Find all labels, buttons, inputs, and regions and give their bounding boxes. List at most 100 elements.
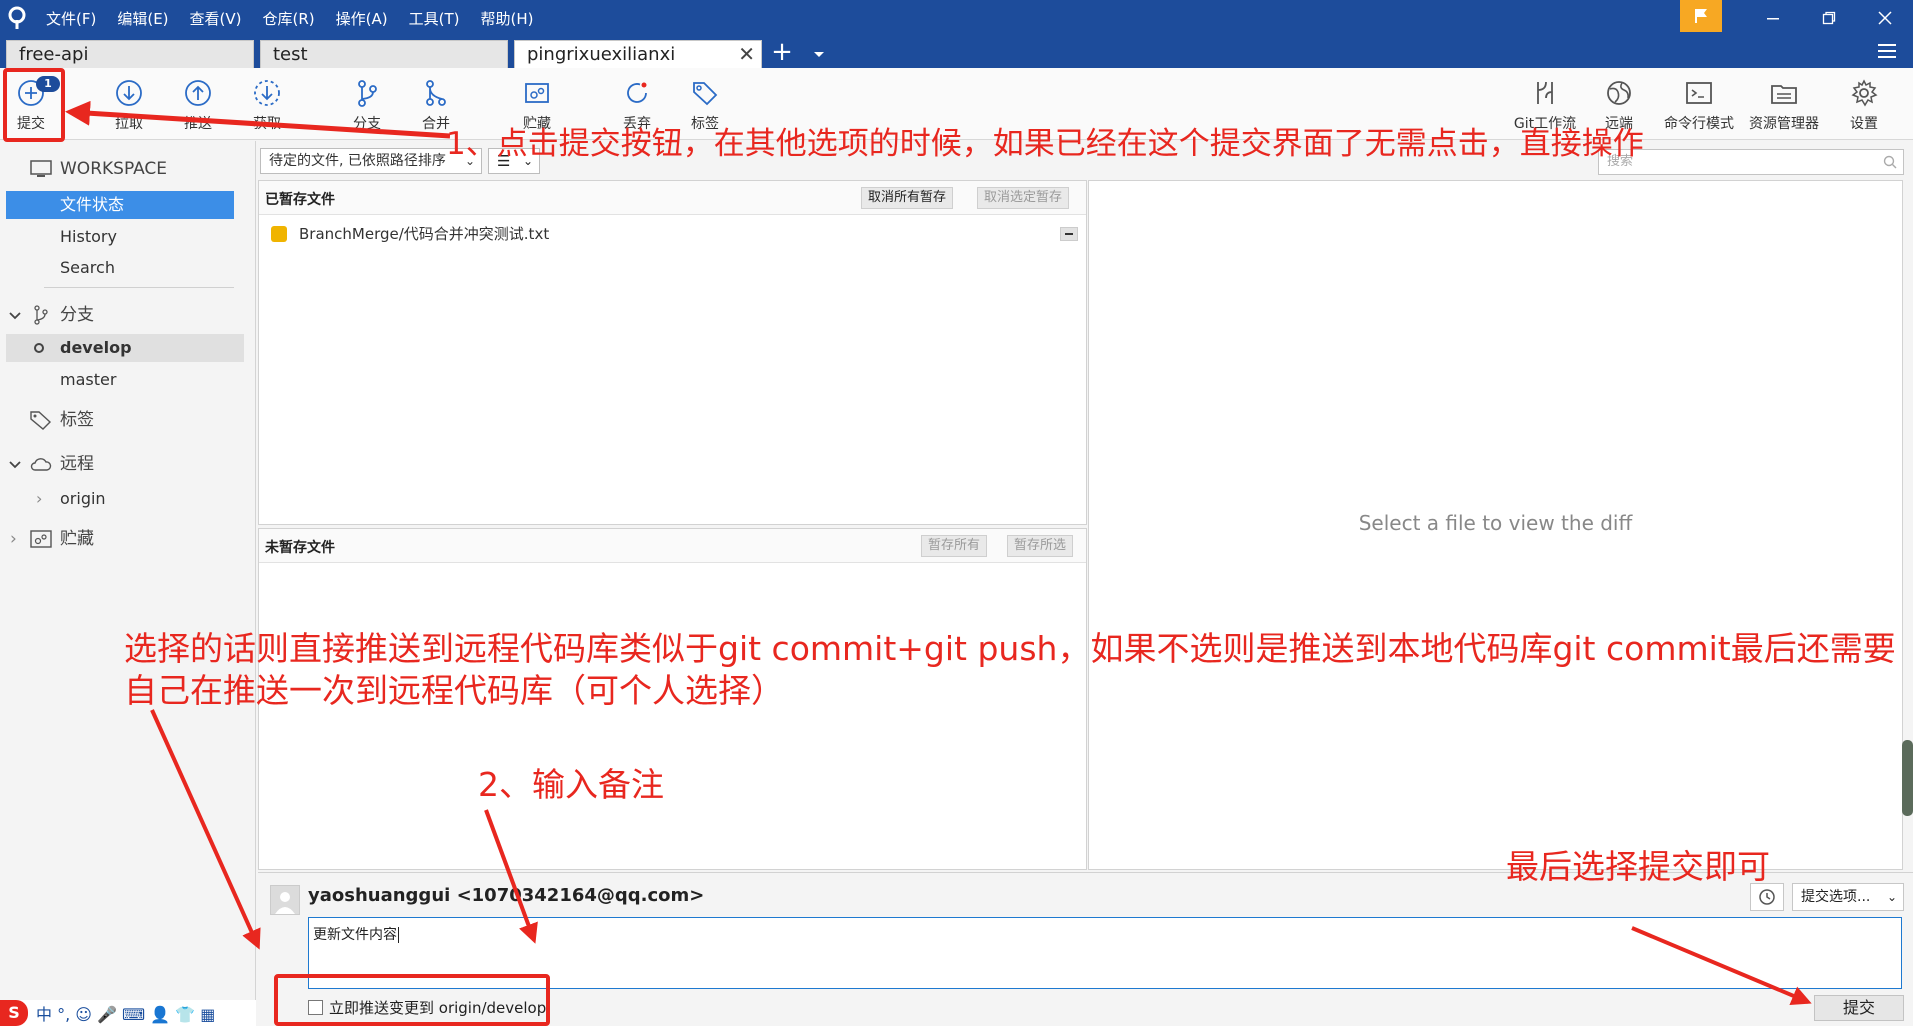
tab-pingrixuexilianxi[interactable]: pingrixuexilianxi ✕: [514, 40, 762, 68]
search-icon: [1883, 155, 1897, 169]
chevron-down-icon: [9, 312, 21, 320]
settings-toolbar-button[interactable]: 设置: [1827, 68, 1901, 140]
staged-panel-title: 已暂存文件: [265, 192, 335, 208]
sidebar-branch-develop[interactable]: develop: [6, 334, 244, 362]
sidebar-item-label: Search: [60, 258, 115, 277]
git-flow-icon: [1537, 81, 1553, 104]
close-window-button[interactable]: [1860, 0, 1910, 36]
tab-test[interactable]: test: [260, 40, 508, 68]
sidebar-item-search[interactable]: Search: [0, 254, 246, 282]
tab-free-api[interactable]: free-api: [6, 40, 254, 68]
menu-file[interactable]: 文件(F): [46, 8, 96, 29]
sidebar-remote-origin[interactable]: › origin: [0, 485, 246, 513]
diff-panel: Select a file to view the diff: [1088, 180, 1903, 870]
stage-selected-button[interactable]: 暂存所选: [1007, 535, 1074, 557]
chevron-right-icon: ›: [10, 529, 17, 549]
avatar: [270, 885, 300, 915]
menu-repository[interactable]: 仓库(R): [263, 8, 315, 29]
branch-icon: [358, 80, 377, 107]
scrollbar-thumb[interactable]: [1902, 740, 1913, 816]
flag-button[interactable]: [1680, 0, 1722, 32]
sidebar-branches-header[interactable]: 分支: [0, 301, 246, 329]
stage-all-button[interactable]: 暂存所有: [921, 535, 988, 557]
title-bar: 文件(F) 编辑(E) 查看(V) 仓库(R) 操作(A) 工具(T) 帮助(H…: [0, 0, 1913, 36]
menu-tools[interactable]: 工具(T): [409, 8, 460, 29]
tab-label: free-api: [19, 44, 89, 65]
sidebar-item-history[interactable]: History: [0, 223, 246, 251]
commit-button[interactable]: 提交: [1814, 995, 1904, 1021]
merge-icon: [426, 80, 446, 106]
annotation-box-push: [274, 974, 550, 1026]
menu-view[interactable]: 查看(V): [190, 8, 242, 29]
minimize-button[interactable]: [1748, 0, 1798, 36]
sidebar-tags-header[interactable]: 标签: [0, 406, 246, 434]
search-input[interactable]: 搜索: [1598, 149, 1904, 175]
menu-edit[interactable]: 编辑(E): [117, 8, 168, 29]
minimize-icon: [1767, 18, 1779, 20]
unstage-selected-button[interactable]: 取消选定暂存: [977, 187, 1070, 209]
unstaged-panel-title: 未暂存文件: [265, 540, 335, 556]
arrow-down-circle-icon: [116, 80, 142, 106]
unstage-all-button[interactable]: 取消所有暂存: [861, 187, 954, 209]
discard-icon: [627, 82, 647, 103]
sidebar-branch-label: master: [60, 370, 117, 389]
ime-status-label: 中 °, ☺ 🎤 ⌨ 👤 👕 ▦: [36, 1005, 216, 1024]
staged-panel-header: 已暂存文件 取消所有暂存 取消选定暂存: [259, 181, 1086, 215]
sidebar-remote-header[interactable]: 远程: [0, 450, 246, 478]
ime-toolbar[interactable]: S 中 °, ☺ 🎤 ⌨ 👤 👕 ▦: [0, 1000, 256, 1026]
sidebar-remote-label: origin: [60, 489, 106, 508]
commit-options-label: 提交选项...: [1801, 889, 1871, 905]
user-icon: [275, 892, 295, 914]
tab-label: pingrixuexilianxi: [527, 44, 676, 65]
sidebar-workspace-label: WORKSPACE: [60, 159, 168, 179]
push-toolbar-button[interactable]: 推送: [161, 68, 235, 140]
sidebar-stash-header[interactable]: › 贮藏: [0, 525, 246, 553]
tab-close-icon[interactable]: ✕: [738, 41, 755, 68]
text-cursor: [398, 927, 399, 943]
current-branch-icon: [34, 343, 44, 353]
branch-toolbar-button[interactable]: 分支: [330, 68, 404, 140]
menu-help[interactable]: 帮助(H): [480, 8, 533, 29]
staged-file-row[interactable]: BranchMerge/代码合并冲突测试.txt: [259, 221, 1086, 247]
annotation-push-note-line-2: 自己在推送一次到远程代码库（可个人选择）: [124, 671, 784, 710]
sidebar-item-label: 文件状态: [60, 195, 125, 214]
staged-files-panel: 已暂存文件 取消所有暂存 取消选定暂存 BranchMerge/代码合并冲突测试…: [258, 180, 1087, 525]
sidebar-remote-label: 远程: [60, 454, 94, 474]
monitor-icon: [30, 160, 52, 177]
commit-author: yaoshuanggui <1070342164@qq.com>: [308, 885, 705, 906]
file-modified-icon: [271, 226, 287, 242]
folder-icon: [1771, 85, 1797, 104]
terminal-toolbar-button[interactable]: 命令行模式: [1662, 68, 1736, 140]
sidebar: WORKSPACE 文件状态 History Search 分支 develop…: [0, 141, 256, 1026]
chevron-down-icon: ⌄: [1886, 890, 1897, 904]
sidebar-item-file-status[interactable]: 文件状态: [6, 191, 234, 219]
chevron-down-icon: [9, 461, 21, 469]
chevron-down-icon[interactable]: [812, 44, 826, 64]
stash-icon: [30, 530, 52, 548]
fetch-toolbar-button[interactable]: 获取: [230, 68, 304, 140]
annotation-box-commit: [3, 68, 65, 142]
tag-icon: [30, 411, 52, 430]
diff-placeholder-text: Select a file to view the diff: [1358, 511, 1633, 535]
hamburger-menu-icon[interactable]: [1876, 40, 1898, 62]
pull-toolbar-button[interactable]: 拉取: [92, 68, 166, 140]
settings-toolbar-label: 设置: [1850, 116, 1878, 132]
add-tab-button[interactable]: +: [770, 38, 794, 68]
annotation-step-1: 1、点击提交按钮，在其他选项的时候，如果已经在这个提交界面了无需点击，直接操作: [446, 126, 1644, 162]
restore-button[interactable]: [1804, 0, 1854, 36]
sidebar-divider: [44, 287, 234, 288]
sidebar-item-label: History: [60, 227, 117, 246]
arrow-up-circle-icon: [185, 80, 211, 106]
commit-options-dropdown[interactable]: 提交选项... ⌄: [1792, 883, 1904, 911]
sidebar-branch-master[interactable]: master: [0, 366, 246, 394]
annotation-step-2: 2、输入备注: [478, 765, 664, 804]
menu-bar: 文件(F) 编辑(E) 查看(V) 仓库(R) 操作(A) 工具(T) 帮助(H…: [46, 0, 554, 36]
branch-toolbar-label: 分支: [353, 116, 381, 132]
sidebar-tags-label: 标签: [60, 410, 94, 430]
menu-actions[interactable]: 操作(A): [336, 8, 388, 29]
explorer-toolbar-button[interactable]: 资源管理器: [1747, 68, 1821, 140]
app-logo-icon: [8, 6, 26, 29]
tag-icon: [693, 82, 718, 106]
sidebar-workspace-header: WORKSPACE: [0, 155, 246, 183]
unstage-file-button[interactable]: [1060, 227, 1078, 241]
